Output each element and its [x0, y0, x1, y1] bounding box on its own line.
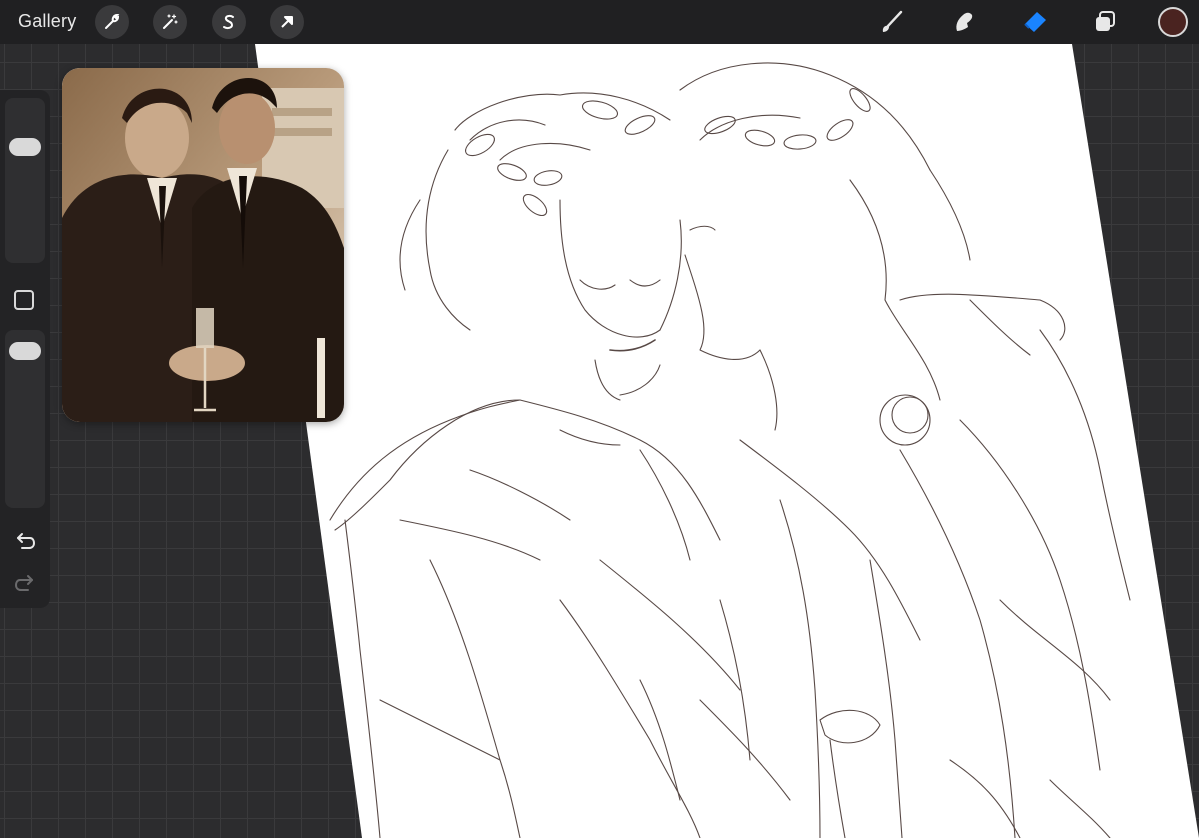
selection-s-icon [223, 14, 234, 30]
transform-button[interactable] [270, 5, 304, 39]
brush-size-knob[interactable] [9, 138, 41, 156]
redo-icon [14, 575, 33, 591]
top-toolbar: Gallery [0, 0, 1199, 44]
canvas-paper-sheet[interactable] [255, 44, 1199, 838]
eraser-tool-button[interactable] [1019, 6, 1051, 38]
actions-button[interactable] [95, 5, 129, 39]
selection-button[interactable] [212, 5, 246, 39]
undo-button[interactable] [12, 528, 38, 554]
layers-icon [1096, 11, 1115, 31]
eraser-icon [1024, 12, 1046, 32]
opacity-slider[interactable] [5, 330, 45, 508]
current-color-swatch[interactable] [1158, 7, 1188, 37]
reference-photo [62, 68, 344, 422]
modifier-button[interactable] [14, 290, 34, 310]
brush-icon [882, 10, 903, 32]
workspace-background[interactable]: Gallery [0, 0, 1199, 838]
brush-tool-button[interactable] [876, 6, 908, 38]
adjustments-button[interactable] [153, 5, 187, 39]
left-sidebar [0, 90, 50, 608]
arrow-cursor-icon [281, 16, 293, 28]
undo-icon [17, 533, 36, 549]
layers-button[interactable] [1089, 6, 1121, 38]
redo-button[interactable] [12, 570, 38, 596]
smudge-tool-button[interactable] [948, 6, 980, 38]
brush-size-slider[interactable] [5, 98, 45, 263]
opacity-knob[interactable] [9, 342, 41, 360]
magic-wand-icon [163, 14, 178, 29]
reference-window[interactable] [62, 68, 344, 422]
gallery-button[interactable]: Gallery [18, 11, 76, 32]
wrench-icon [105, 13, 120, 29]
smudge-finger-icon [956, 12, 973, 31]
